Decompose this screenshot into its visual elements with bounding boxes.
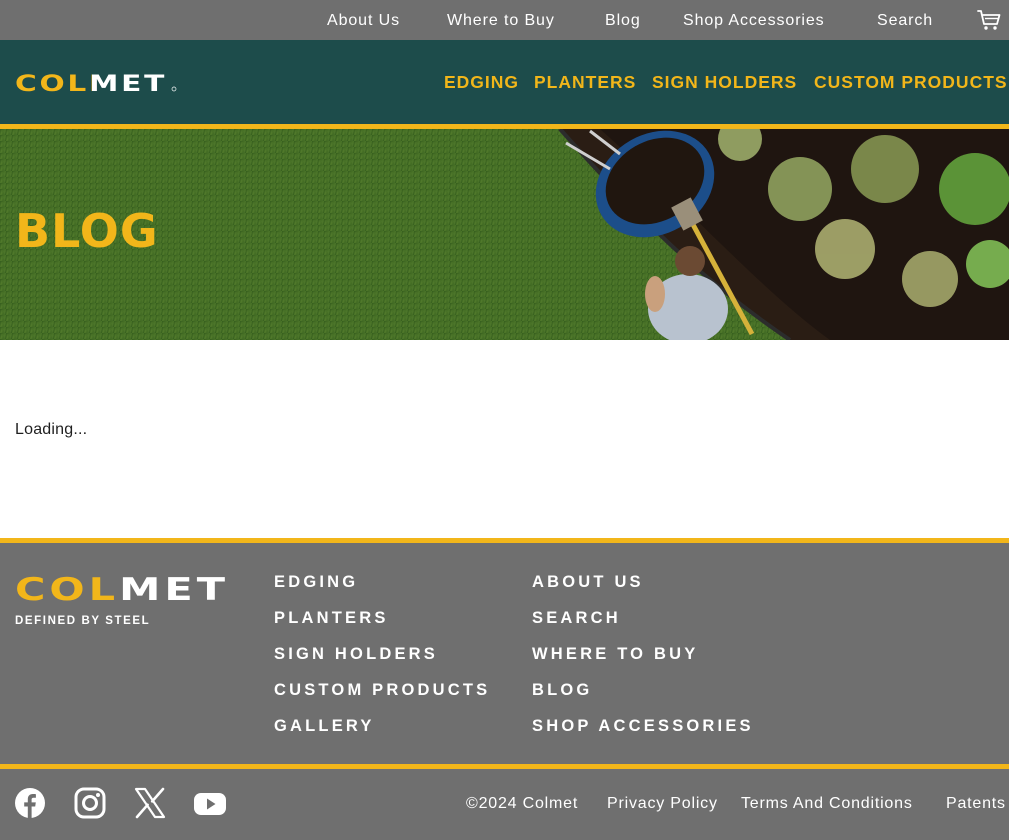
privacy-policy-link[interactable]: Privacy Policy xyxy=(607,794,718,814)
footer-link-sign-holders[interactable]: SIGN HOLDERS xyxy=(274,644,438,664)
patents-link[interactable]: Patents xyxy=(946,794,1006,814)
cart-icon[interactable] xyxy=(977,9,1001,31)
loading-status: Loading... xyxy=(15,421,88,438)
footer-link-shop-accessories[interactable]: SHOP ACCESSORIES xyxy=(532,716,754,736)
footer-link-about-us[interactable]: ABOUT US xyxy=(532,572,644,592)
top-nav-about-us[interactable]: About Us xyxy=(327,0,400,40)
footer-link-blog[interactable]: BLOG xyxy=(532,680,592,700)
top-nav-search[interactable]: Search xyxy=(877,0,933,40)
facebook-icon[interactable] xyxy=(14,787,46,819)
footer-link-gallery[interactable]: GALLERY xyxy=(274,716,375,736)
footer-link-custom-products[interactable]: CUSTOM PRODUCTS xyxy=(274,680,490,700)
footer-link-where-to-buy[interactable]: WHERE TO BUY xyxy=(532,644,698,664)
top-nav-shop-accessories[interactable]: Shop Accessories xyxy=(683,0,825,40)
footer-link-planters[interactable]: PLANTERS xyxy=(274,608,389,628)
nav-planters[interactable]: PLANTERS xyxy=(534,40,636,124)
footer-link-edging[interactable]: EDGING xyxy=(274,572,358,592)
top-nav-blog[interactable]: Blog xyxy=(605,0,641,40)
nav-custom-products[interactable]: CUSTOM PRODUCTS xyxy=(814,40,1008,124)
colmet-logo[interactable]: COLMET COLMET xyxy=(15,73,178,93)
copyright-text: ©2024 Colmet xyxy=(466,795,579,812)
nav-sign-holders[interactable]: SIGN HOLDERS xyxy=(652,40,797,124)
x-icon[interactable] xyxy=(134,787,166,819)
footer-link-search[interactable]: SEARCH xyxy=(532,608,621,628)
top-nav-where-to-buy[interactable]: Where to Buy xyxy=(447,0,555,40)
youtube-icon[interactable] xyxy=(194,787,226,819)
footer-colmet-logo[interactable]: COLMET COLMET DEFINED BY STEEL xyxy=(15,573,235,627)
page-title: BLOG xyxy=(15,204,159,258)
instagram-icon[interactable] xyxy=(74,787,106,819)
utility-bar: About Us Where to Buy Blog Shop Accessor… xyxy=(0,0,1009,40)
terms-link[interactable]: Terms And Conditions xyxy=(741,794,913,814)
footer-tagline: DEFINED BY STEEL xyxy=(15,615,150,627)
nav-edging[interactable]: EDGING xyxy=(444,40,519,124)
